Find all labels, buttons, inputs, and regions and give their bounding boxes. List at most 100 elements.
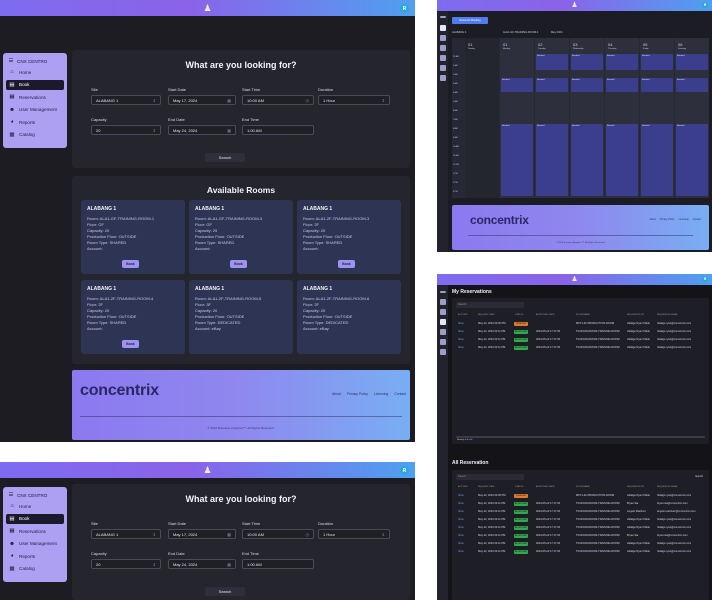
calendar-event[interactable]: Booked	[536, 78, 568, 92]
sidebar-item-reports[interactable]: ◕ Reports	[6, 117, 64, 127]
reservations-icon[interactable]	[439, 45, 446, 51]
user-avatar[interactable]: R	[702, 2, 708, 8]
search-input[interactable]: Search	[456, 302, 524, 308]
user-avatar[interactable]: R	[400, 466, 409, 475]
column-header[interactable]: ROOM NAME	[576, 486, 590, 488]
end-time-field[interactable]: 1:00 AM	[242, 559, 314, 569]
capacity-stepper[interactable]: 20 ⇕	[91, 559, 161, 569]
view-link[interactable]: View	[458, 550, 464, 553]
sidebar-item-catalog[interactable]: ▩ Catalog	[6, 130, 64, 140]
calendar-event[interactable]: Booked	[501, 124, 533, 196]
calendar-event[interactable]: Booked	[641, 78, 673, 92]
search-button[interactable]: Search	[205, 153, 245, 162]
sidebar-item-user-management[interactable]: ☻ User Management	[6, 539, 64, 549]
view-link[interactable]: View	[458, 542, 464, 545]
home-icon[interactable]	[439, 299, 446, 305]
footer-link-privacy[interactable]: Privacy Policy	[660, 218, 675, 221]
view-link[interactable]: View	[458, 534, 464, 537]
start-date-field[interactable]: May 17, 2024 ▦	[168, 95, 236, 105]
reports-icon[interactable]	[439, 339, 446, 345]
column-header[interactable]: ROOM NAME	[576, 314, 590, 316]
calendar-event[interactable]: Booked	[536, 124, 568, 196]
column-header[interactable]: REQUEST DATE	[478, 486, 495, 488]
footer-link-licensing[interactable]: Licensing	[679, 218, 689, 221]
calendar-event[interactable]: Booked	[676, 54, 708, 70]
column-header[interactable]: REQUESTED BY	[627, 486, 644, 488]
book-button[interactable]: Book	[338, 260, 355, 268]
start-time-field[interactable]: 10:00 AM ◷	[242, 95, 314, 105]
column-header[interactable]: ACTIONS	[458, 314, 468, 316]
calendar-event[interactable]: Booked	[571, 78, 603, 92]
start-date-field[interactable]: May 17, 2024 ▦	[168, 529, 236, 539]
end-date-field[interactable]: May 24, 2024 ▦	[168, 559, 236, 569]
column-header[interactable]: STATUS	[515, 314, 523, 316]
start-time-field[interactable]: 10:00 AM ◷	[242, 529, 314, 539]
menu-icon[interactable]	[439, 16, 446, 18]
book-icon[interactable]	[439, 309, 446, 315]
sidebar-item-book[interactable]: ▤ Book	[6, 79, 64, 90]
calendar-month-filter[interactable]: May 2024	[551, 31, 562, 34]
menu-icon[interactable]: ☰	[8, 58, 14, 64]
book-button[interactable]: Book	[122, 340, 139, 348]
calendar-event[interactable]: Booked	[501, 78, 533, 92]
column-header[interactable]: APPROVED DATE	[536, 486, 554, 488]
home-icon[interactable]	[439, 25, 446, 31]
calendar-event[interactable]: Booked	[571, 124, 603, 196]
calendar-event[interactable]: Booked	[571, 54, 603, 70]
end-time-field[interactable]: 1:00 AM	[242, 125, 314, 135]
view-link[interactable]: View	[458, 330, 464, 333]
view-link[interactable]: View	[458, 510, 464, 513]
resource-booking-button[interactable]: Resource Booking	[452, 17, 488, 24]
search-input[interactable]: Search	[456, 474, 524, 480]
sidebar-item-user-management[interactable]: ☻ User Management	[6, 105, 64, 115]
column-header[interactable]: ACTIONS	[458, 486, 468, 488]
sidebar-item-catalog[interactable]: ▩ Catalog	[6, 564, 64, 574]
calendar-site-filter[interactable]: ALABANG 1	[452, 31, 466, 34]
sidebar-item-reservations[interactable]: ▦ Reservations	[6, 526, 64, 536]
end-date-field[interactable]: May 24, 2024 ▦	[168, 125, 236, 135]
calendar-event[interactable]: Booked	[641, 54, 673, 70]
site-select[interactable]: ALABANG 1 ⇕	[91, 529, 161, 539]
calendar-event[interactable]: Booked	[641, 124, 673, 196]
user-avatar[interactable]: R	[702, 276, 708, 282]
footer-link-privacy[interactable]: Privacy Policy	[347, 392, 368, 396]
sidebar-item-home[interactable]: ⌂ Home	[6, 501, 64, 511]
calendar-event[interactable]: Booked	[536, 54, 568, 70]
calendar-event[interactable]: Booked	[676, 78, 708, 92]
footer-link-about[interactable]: About	[332, 392, 341, 396]
sidebar-item-reservations[interactable]: ▦ Reservations	[6, 92, 64, 102]
users-icon[interactable]	[439, 329, 446, 335]
sidebar-item-book[interactable]: ▤ Book	[6, 513, 64, 524]
duration-select[interactable]: 1 Hour ⇕	[318, 95, 390, 105]
view-link[interactable]: View	[458, 518, 464, 521]
duration-select[interactable]: 1 Hour ⇕	[318, 529, 390, 539]
calendar-event[interactable]: Booked	[606, 124, 638, 196]
column-header[interactable]: APPROVED DATE	[536, 314, 554, 316]
site-select[interactable]: ALABANG 1 ⇕	[91, 95, 161, 105]
horizontal-scrollbar[interactable]	[456, 436, 705, 438]
reservations-icon[interactable]	[439, 319, 446, 325]
menu-icon[interactable]: ☰	[8, 492, 14, 498]
user-avatar[interactable]: R	[400, 4, 409, 13]
column-header[interactable]: REQUESTED BY	[627, 314, 644, 316]
capacity-stepper[interactable]: 20 ⇕	[91, 125, 161, 135]
export-button[interactable]: Export	[696, 475, 704, 478]
sidebar-item-home[interactable]: ⌂ Home	[6, 67, 64, 77]
footer-link-about[interactable]: About	[650, 218, 656, 221]
sidebar-item-reports[interactable]: ◕ Reports	[6, 551, 64, 561]
footer-link-licensing[interactable]: Licensing	[374, 392, 388, 396]
rows-per-page[interactable]: Rows/p 1-4 of 4	[457, 439, 472, 441]
view-link[interactable]: View	[458, 494, 464, 497]
column-header[interactable]: REQUESTED EMAIL	[657, 314, 678, 316]
view-link[interactable]: View	[458, 346, 464, 349]
column-header[interactable]: STATUS	[515, 486, 523, 488]
view-link[interactable]: View	[458, 526, 464, 529]
book-icon[interactable]	[439, 35, 446, 41]
users-icon[interactable]	[439, 55, 446, 61]
column-header[interactable]: REQUEST DATE	[478, 314, 495, 316]
calendar-event[interactable]: Booked	[606, 54, 638, 70]
column-header[interactable]: REQUESTED EMAIL	[657, 486, 678, 488]
calendar-event[interactable]: Booked	[676, 124, 708, 196]
menu-icon[interactable]	[439, 291, 446, 293]
reports-icon[interactable]	[439, 65, 446, 71]
